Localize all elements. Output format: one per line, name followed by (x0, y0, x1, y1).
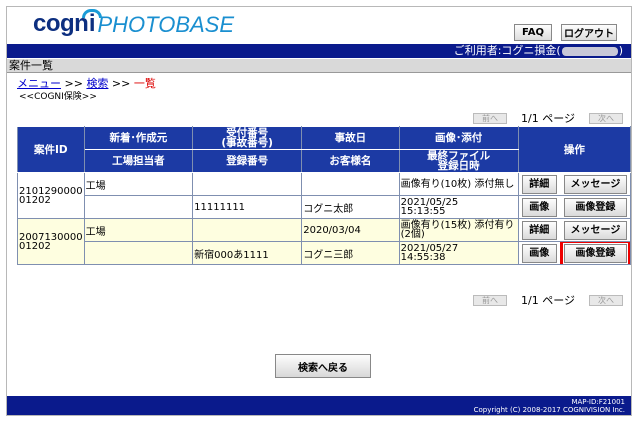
breadcrumb-current: 一覧 (133, 77, 156, 90)
user-label: ご利用者:コグニ損金( (453, 44, 561, 57)
source-cell: 工場 (83, 218, 194, 242)
customer-cell: コグニ三郎 (301, 241, 400, 265)
header-receipt-no: 受付番号 (事故番号) (192, 126, 303, 150)
ops-cell: 画像 画像登録 (517, 195, 632, 219)
message-button[interactable]: メッセージ (563, 220, 627, 240)
header-reg-no: 登録番号 (192, 149, 303, 173)
last-file-time: 15:13:55 (400, 206, 446, 217)
header-case-id: 案件ID (17, 126, 85, 173)
insurer-subtitle: <<COGNI保険>> (19, 92, 97, 102)
staff-cell (83, 241, 194, 265)
ops-cell: 詳細 メッセージ (517, 172, 632, 196)
logo-text-photobase: PHOTOBASE (97, 12, 235, 37)
logout-button[interactable]: ログアウト (561, 24, 617, 41)
case-table: 案件ID 新着･作成元 受付番号 (事故番号) 事故日 画像･添付 操作 工場担… (17, 126, 632, 265)
prev-page-button[interactable]: 前へ (473, 112, 507, 124)
case-id-part: 01202 (19, 240, 51, 252)
logo-text-ni: ni (74, 9, 103, 37)
cogni-photobase-logo: cog ni PHOTOBASE (33, 9, 235, 38)
last-file-cell: 2021/05/25 15:13:55 (398, 195, 519, 219)
prev-page-button[interactable]: 前へ (473, 294, 507, 306)
pager-bottom: 前へ 1/1 ページ 次へ (473, 292, 623, 308)
staff-cell (83, 195, 194, 219)
header-image-attach: 画像･添付 (398, 126, 519, 150)
next-page-button[interactable]: 次へ (588, 294, 623, 306)
app-frame: cog ni PHOTOBASE FAQ ログアウト ご利用者:コグニ損金() 案件… (6, 6, 632, 416)
reg-no-cell: 新宿000あ1111 (192, 241, 303, 265)
image-register-button[interactable]: 画像登録 (563, 197, 627, 217)
image-status-cell: 画像有り(10枚) 添付無し (398, 172, 519, 196)
page-info: 1/1 ページ (521, 294, 575, 307)
back-to-search-button[interactable]: 検索へ戻る (275, 354, 371, 378)
receipt-cell (192, 172, 303, 196)
accident-date-cell (301, 172, 400, 196)
page-info: 1/1 ページ (521, 112, 575, 125)
table-row: 2101290000 01202 工場 画像有り(10枚) 添付無し 詳細 メッセ… (17, 172, 632, 219)
map-id: MAP-ID:F21001 (571, 398, 625, 406)
table-row: 11111111 コグニ太郎 2021/05/25 15:13:55 画像 画像登… (18, 195, 632, 219)
user-label-end: ) (618, 44, 623, 57)
faq-button[interactable]: FAQ (514, 24, 552, 41)
reg-no-cell: 11111111 (192, 195, 303, 219)
detail-button[interactable]: 詳細 (521, 220, 557, 240)
image-register-button-highlighted[interactable]: 画像登録 (559, 242, 630, 264)
case-id-cell: 2007130000 01202 (17, 218, 85, 265)
header-operation: 操作 (517, 126, 632, 173)
detail-button[interactable]: 詳細 (521, 174, 557, 194)
message-button[interactable]: メッセージ (563, 174, 627, 194)
accident-date-cell: 2020/03/04 (301, 218, 400, 242)
logo-text-cog: cog (33, 10, 75, 37)
header-accident-date: 事故日 (301, 126, 400, 150)
header-customer: お客様名 (301, 149, 400, 173)
ops-cell: 画像 画像登録 (517, 241, 632, 265)
footer-bar: MAP-ID:F21001 Copyright (C) 2008-2017 CO… (7, 396, 631, 415)
page-title: 案件一覧 (7, 59, 631, 73)
masked-user-name (561, 46, 618, 56)
pager-top: 前へ 1/1 ページ 次へ (473, 110, 623, 126)
receipt-cell (192, 218, 303, 242)
user-bar: ご利用者:コグニ損金() (7, 44, 631, 58)
last-file-cell: 2021/05/27 14:55:38 (398, 241, 519, 265)
source-cell: 工場 (83, 172, 194, 196)
customer-cell: コグニ太郎 (301, 195, 400, 219)
breadcrumb-separator: >> (108, 77, 134, 90)
header-last-file: 最終ファイル 登録日時 (398, 149, 519, 173)
last-file-time: 14:55:38 (400, 252, 446, 263)
ops-cell: 詳細 メッセージ (517, 218, 632, 242)
image-status-cell: 画像有り(15枚) 添付有り(2個) (398, 218, 519, 242)
table-row: 2007130000 01202 工場 2020/03/04 画像有り(15枚) … (17, 218, 632, 265)
header-new-source: 新着･作成元 (83, 126, 194, 150)
header-factory-staff: 工場担当者 (83, 149, 194, 173)
image-button[interactable]: 画像 (521, 197, 557, 217)
image-button[interactable]: 画像 (521, 243, 557, 263)
next-page-button[interactable]: 次へ (588, 112, 623, 124)
table-row: 新宿000あ1111 コグニ三郎 2021/05/27 14:55:38 画像 画… (18, 241, 632, 265)
copyright: Copyright (C) 2008-2017 COGNIVISION Inc. (473, 406, 625, 414)
case-id-part: 01202 (19, 194, 51, 206)
case-id-cell: 2101290000 01202 (17, 172, 85, 219)
